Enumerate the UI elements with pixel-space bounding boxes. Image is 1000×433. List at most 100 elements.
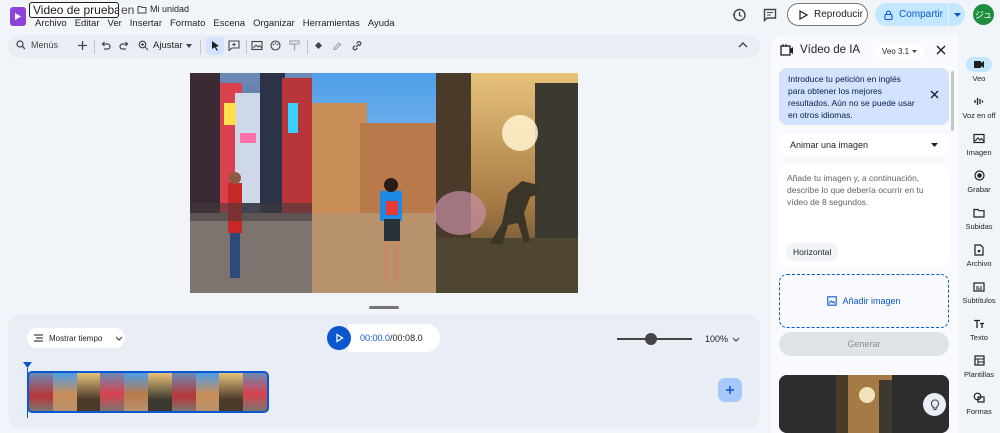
toolbar-divider xyxy=(307,40,308,54)
clip-thumbnail xyxy=(219,373,244,411)
mode-select[interactable]: Animar una imagen xyxy=(779,134,949,156)
clip-thumbnail xyxy=(195,373,220,411)
folder-label: Mi unidad xyxy=(150,4,190,14)
redo-icon[interactable] xyxy=(119,40,130,51)
timeline-panel: Mostrar tiempo 00:00.0 / 00:08.0 100% xyxy=(8,314,760,428)
timeline-zoom-dropdown[interactable]: 100% xyxy=(705,334,740,344)
menu-escena[interactable]: Escena xyxy=(213,18,251,29)
timeline-view-icon xyxy=(34,334,43,342)
link-icon[interactable] xyxy=(351,40,363,51)
comment-icon[interactable] xyxy=(762,7,778,23)
paint-roller-icon[interactable] xyxy=(289,40,300,51)
fill-color-icon[interactable] xyxy=(313,40,324,51)
clip-thumbnail xyxy=(100,373,125,411)
rail-item-voiceover[interactable]: Voz en off xyxy=(958,94,1000,120)
shapes-icon xyxy=(966,390,992,405)
add-image-button[interactable]: Añadir imagen xyxy=(779,274,949,328)
rail-label: Grabar xyxy=(967,185,991,194)
share-options-button[interactable] xyxy=(949,3,965,26)
model-selector[interactable]: Veo 3.1 xyxy=(875,44,924,59)
mode-select-label: Animar una imagen xyxy=(790,140,869,150)
menu-bar: Archivo Editar Ver Insertar Formato Esce… xyxy=(35,18,403,29)
rail-label: Subtítulos xyxy=(962,296,996,305)
orientation-chip[interactable]: Horizontal xyxy=(786,243,839,261)
rail-label: Texto xyxy=(970,333,988,342)
voiceover-icon xyxy=(966,94,992,109)
menu-formato[interactable]: Formato xyxy=(170,18,211,29)
timeline-play-button[interactable] xyxy=(327,326,351,350)
comment-add-icon[interactable] xyxy=(228,40,240,51)
add-icon[interactable] xyxy=(77,40,88,51)
chevron-down-icon xyxy=(115,336,123,341)
menu-archivo[interactable]: Archivo xyxy=(35,18,73,29)
menu-search-label: Menús xyxy=(31,40,59,50)
show-time-dropdown[interactable]: Mostrar tiempo xyxy=(27,328,125,348)
clip-thumbnail xyxy=(171,373,196,411)
close-panel-icon[interactable] xyxy=(936,45,946,55)
prompt-textarea[interactable]: Añade tu imagen y, a continuación, descr… xyxy=(779,164,949,267)
play-label: Reproducir xyxy=(814,9,863,20)
account-avatar[interactable]: ジュ xyxy=(973,4,994,25)
text-icon xyxy=(966,316,992,331)
rail-item-veo[interactable]: Veo xyxy=(958,57,1000,83)
rail-item-text[interactable]: Texto xyxy=(958,316,1000,342)
version-history-icon[interactable] xyxy=(731,7,747,23)
rail-label: Voz en off xyxy=(962,111,996,120)
total-time: 00:08.0 xyxy=(392,333,423,343)
show-time-label: Mostrar tiempo xyxy=(49,333,103,343)
play-button[interactable]: Reproducir xyxy=(787,3,868,26)
select-tool-button[interactable] xyxy=(206,37,224,55)
rail-item-subtitles[interactable]: Subtítulos xyxy=(958,279,1000,305)
video-preview-canvas[interactable] xyxy=(190,73,578,293)
suggestions-button[interactable] xyxy=(923,393,946,416)
generate-button[interactable]: Generar xyxy=(779,332,949,356)
menu-organizar[interactable]: Organizar xyxy=(253,18,301,29)
timeline-zoom-handle[interactable] xyxy=(644,333,657,345)
clip-thumbnail xyxy=(29,373,53,411)
rail-label: Archivo xyxy=(966,259,992,268)
panel-scrollbar[interactable] xyxy=(951,71,954,131)
rail-item-file[interactable]: Archivo xyxy=(958,242,1000,268)
add-clip-button[interactable] xyxy=(718,378,742,402)
zoom-fit-label: Ajustar xyxy=(153,40,183,51)
play-icon xyxy=(799,9,808,20)
record-icon xyxy=(966,168,992,183)
rail-item-record[interactable]: Grabar xyxy=(958,168,1000,194)
rail-label: Subidas xyxy=(965,222,993,231)
app-logo-icon[interactable] xyxy=(10,7,26,26)
templates-icon xyxy=(966,353,992,368)
document-title-input[interactable]: Video de prueba xyxy=(29,2,119,18)
menu-ayuda[interactable]: Ayuda xyxy=(368,18,401,29)
zoom-icon[interactable] xyxy=(138,40,149,51)
rail-item-templates[interactable]: Plantillas xyxy=(958,353,1000,379)
rail-item-image[interactable]: Imagen xyxy=(958,131,1000,157)
collapse-toolbar-icon[interactable] xyxy=(738,41,748,48)
theme-palette-icon[interactable] xyxy=(270,40,281,51)
border-color-icon[interactable] xyxy=(332,40,343,51)
menu-ver[interactable]: Ver xyxy=(108,18,128,29)
dismiss-info-icon[interactable] xyxy=(930,90,939,99)
subtitles-icon xyxy=(966,279,992,294)
panel-resize-handle[interactable] xyxy=(369,306,399,309)
zoom-fit-dropdown[interactable]: Ajustar xyxy=(153,40,192,51)
file-icon xyxy=(966,242,992,257)
share-button[interactable]: Compartir xyxy=(875,3,948,26)
model-label: Veo 3.1 xyxy=(881,47,910,56)
menu-insertar[interactable]: Insertar xyxy=(130,18,168,29)
caret-down-icon xyxy=(953,12,961,17)
timeline-clip[interactable] xyxy=(27,371,269,413)
folder-location[interactable]: Mi unidad xyxy=(137,4,189,14)
add-image-label: Añadir imagen xyxy=(842,296,901,306)
undo-icon[interactable] xyxy=(100,40,111,51)
side-rail: Veo Voz en off Imagen Grabar Subidas Arc… xyxy=(958,35,1000,433)
rail-item-uploads[interactable]: Subidas xyxy=(958,205,1000,231)
rail-label: Imagen xyxy=(966,148,992,157)
rail-label: Veo xyxy=(972,74,986,83)
menu-editar[interactable]: Editar xyxy=(75,18,106,29)
menu-herramientas[interactable]: Herramientas xyxy=(303,18,366,29)
rail-item-shapes[interactable]: Formas xyxy=(958,390,1000,416)
toolbar: Menús Ajustar xyxy=(8,35,760,58)
image-tool-icon[interactable] xyxy=(251,40,263,51)
rail-label: Formas xyxy=(966,407,992,416)
menu-search-button[interactable]: Menús xyxy=(16,40,58,50)
